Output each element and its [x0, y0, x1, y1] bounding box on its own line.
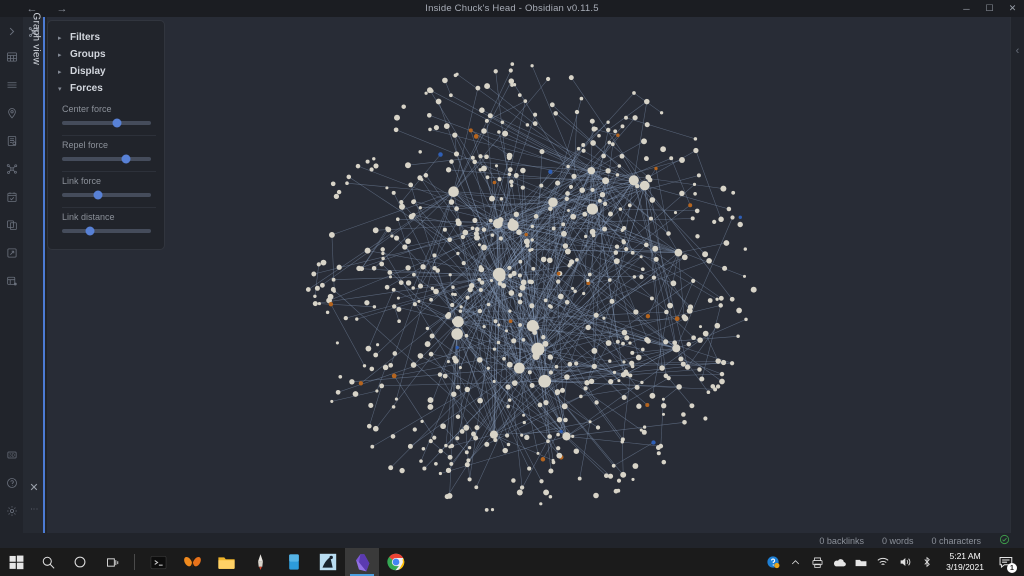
force-row-link-force: Link force — [62, 171, 156, 203]
character-count[interactable]: 0 characters — [931, 536, 981, 546]
graph-view-tab-strip[interactable]: Graph view ✕ ⋮ — [23, 13, 45, 533]
force-label-link-force: Link force — [62, 176, 102, 186]
database-table-icon[interactable] — [0, 267, 23, 295]
force-row-link-distance: Link distance — [62, 207, 156, 239]
bluetooth-tray-icon[interactable] — [916, 548, 938, 576]
section-label: Groups — [70, 49, 106, 60]
graph-settings-panel: ▸ Filters ▸ Groups ▸ Display ▾ Forces Center fo… — [47, 20, 165, 250]
search-icon[interactable] — [32, 548, 64, 576]
backlinks-count[interactable]: 0 backlinks — [819, 536, 864, 546]
tab-drag-handle[interactable]: ⋮ — [23, 501, 45, 515]
tab-label-graph-view: Graph view — [30, 12, 42, 66]
section-label: Filters — [70, 32, 101, 43]
help-icon[interactable] — [0, 469, 23, 497]
left-ribbon: 3D — [0, 17, 23, 533]
taskbar-left-group — [0, 548, 413, 576]
storage-tray-icon[interactable] — [850, 548, 872, 576]
slider-thumb-link-force[interactable] — [93, 190, 103, 200]
taskbar-app-butterfly[interactable] — [175, 548, 209, 576]
taskbar-app-paint[interactable] — [243, 548, 277, 576]
windows-taskbar: 5:21 AM 3/19/2021 1 — [0, 548, 1024, 576]
menu-lines-icon[interactable] — [0, 71, 23, 99]
section-label: Display — [70, 66, 106, 77]
location-pin-icon[interactable] — [0, 99, 23, 127]
show-hidden-icons-chevron[interactable] — [784, 548, 806, 576]
taskbar-app-store[interactable] — [277, 548, 311, 576]
force-row-repel-force: Repel force — [62, 135, 156, 167]
force-label-repel-force: Repel force — [62, 140, 109, 150]
graph-settings-section-filters[interactable]: ▸ Filters — [48, 29, 164, 46]
forces-controls: Center force Repel force Link force Link di… — [48, 97, 164, 239]
system-tray: 5:21 AM 3/19/2021 1 — [762, 548, 1024, 576]
graph-canvas[interactable] — [47, 17, 1024, 533]
force-row-center-force: Center force — [62, 100, 156, 131]
word-count[interactable]: 0 words — [882, 536, 914, 546]
taskbar-app-explorer[interactable] — [209, 548, 243, 576]
taskbar-app-krita[interactable] — [311, 548, 345, 576]
section-caret-icon: ▸ — [58, 68, 62, 76]
section-caret-icon: ▸ — [58, 51, 62, 59]
slider-link-force[interactable] — [62, 190, 151, 200]
task-view-icon[interactable] — [96, 548, 128, 576]
graph-view-icon[interactable] — [0, 155, 23, 183]
svg-text:3D: 3D — [9, 453, 16, 458]
force-label-center-force: Center force — [62, 104, 112, 114]
graph-settings-sections: ▸ Filters ▸ Groups ▸ Display ▾ Forces — [48, 29, 164, 97]
slider-link-distance[interactable] — [62, 226, 151, 236]
calendar-table-icon[interactable] — [0, 43, 23, 71]
window-titlebar: ← → Inside Chuck's Head - Obsidian v0.11… — [0, 0, 1024, 17]
clock-date: 3/19/2021 — [946, 562, 984, 572]
3d-view-icon[interactable]: 3D — [0, 441, 23, 469]
minimize-button[interactable]: ─ — [955, 0, 978, 17]
status-bar: 0 backlinks 0 words 0 characters — [0, 533, 1024, 548]
onedrive-tray-icon[interactable] — [828, 548, 850, 576]
taskbar-app-obsidian[interactable] — [345, 548, 379, 576]
slider-repel-force[interactable] — [62, 154, 151, 164]
section-caret-icon: ▸ — [58, 34, 62, 42]
close-button[interactable]: ✕ — [1001, 0, 1024, 17]
slider-thumb-repel-force[interactable] — [121, 154, 131, 164]
expand-sidebar-icon[interactable] — [0, 19, 23, 43]
cortana-icon[interactable] — [64, 548, 96, 576]
volume-tray-icon[interactable] — [894, 548, 916, 576]
start-button[interactable] — [0, 548, 32, 576]
slider-thumb-link-distance[interactable] — [85, 226, 95, 236]
help-tray-icon[interactable] — [762, 548, 784, 576]
graph-settings-section-groups[interactable]: ▸ Groups — [48, 46, 164, 63]
printer-tray-icon[interactable] — [806, 548, 828, 576]
taskbar-app-terminal[interactable] — [141, 548, 175, 576]
expand-arrow-icon[interactable] — [0, 239, 23, 267]
taskbar-separator — [134, 554, 135, 570]
network-tray-icon[interactable] — [872, 548, 894, 576]
copy-files-icon[interactable] — [0, 211, 23, 239]
taskbar-app-chrome[interactable] — [379, 548, 413, 576]
window-title: Inside Chuck's Head - Obsidian v0.11.5 — [425, 3, 599, 14]
section-caret-icon: ▾ — [58, 85, 62, 93]
maximize-button[interactable]: ☐ — [978, 0, 1001, 17]
notification-count-badge: 1 — [1007, 563, 1017, 573]
force-label-link-distance: Link distance — [62, 212, 115, 222]
slider-thumb-center-force[interactable] — [112, 118, 122, 128]
window-controls: ─ ☐ ✕ — [955, 0, 1024, 17]
graph-svg — [305, 62, 757, 512]
slider-center-force[interactable] — [62, 118, 151, 128]
settings-gear-icon[interactable] — [0, 497, 23, 525]
taskbar-app-list — [141, 548, 413, 576]
daily-note-icon[interactable] — [0, 183, 23, 211]
graph-settings-section-forces[interactable]: ▾ Forces — [48, 80, 164, 97]
note-settings-icon[interactable] — [0, 127, 23, 155]
screen: ← → Inside Chuck's Head - Obsidian v0.11… — [0, 0, 1024, 576]
notifications-button[interactable]: 1 — [992, 548, 1020, 576]
clock-time: 5:21 AM — [949, 551, 981, 561]
sync-status-icon[interactable] — [999, 534, 1010, 548]
graph-settings-section-display[interactable]: ▸ Display — [48, 63, 164, 80]
tab-close-icon[interactable]: ✕ — [23, 479, 45, 495]
right-sidebar-collapse-button[interactable]: ‹ — [1010, 17, 1024, 533]
taskbar-clock[interactable]: 5:21 AM 3/19/2021 — [938, 551, 992, 573]
section-label: Forces — [70, 83, 103, 94]
